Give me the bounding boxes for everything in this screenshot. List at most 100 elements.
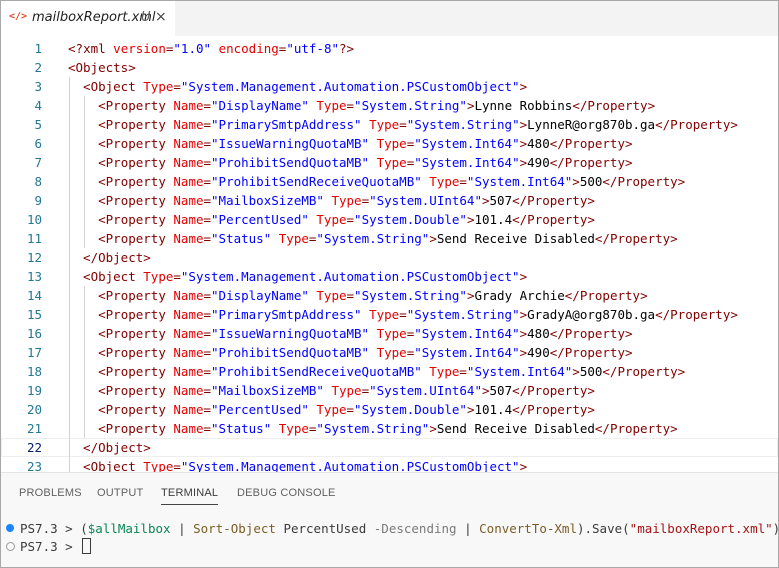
indent-guide [69,362,70,381]
tab-problems[interactable]: PROBLEMS [19,487,82,499]
indent-guide [84,324,86,343]
code-line[interactable]: 22 </Object> [1,438,778,457]
command-success-icon[interactable] [6,524,14,532]
code-text: <Objects> [68,60,136,75]
code-line[interactable]: 19 <Property Name="MailboxSizeMB" Type="S… [1,381,778,400]
bottom-panel: PROBLEMS OUTPUT TERMINAL DEBUG CONSOLE P… [1,472,778,567]
line-number: 16 [26,326,42,341]
code-text: <Property Name="PrimarySmtpAddress" Type… [98,307,738,322]
indent-guide [69,343,70,362]
code-line[interactable]: 4 <Property Name="DisplayName" Type="Syst… [1,96,778,115]
indent-guide [69,210,70,229]
code-text: <Property Name="Status" Type="System.Str… [98,231,678,246]
code-editor[interactable]: 1 <?xml version="1.0" encoding="utf-8"?> 2… [1,36,778,476]
indent-guide [84,153,86,172]
indent-guide [69,134,70,153]
line-number: 21 [26,421,42,436]
code-line[interactable]: 15 <Property Name="PrimarySmtpAddress" Ty… [1,305,778,324]
code-text: <Object Type="System.Management.Automati… [83,79,528,94]
code-line[interactable]: 10 <Property Name="PercentUsed" Type="Sys… [1,210,778,229]
code-line[interactable]: 20 <Property Name="PercentUsed" Type="Sys… [1,400,778,419]
indent-guide [69,96,70,115]
code-text: <Property Name="ProhibitSendQuotaMB" Typ… [98,345,633,360]
line-number: 7 [34,155,42,170]
indent-guide [84,381,86,400]
code-text: <Property Name="ProhibitSendReceiveQuota… [98,174,686,189]
line-number: 5 [34,117,42,132]
line-number: 22 [26,440,42,455]
terminal-input-line[interactable]: PS7.3 > [1,538,778,556]
code-text: <Property Name="DisplayName" Type="Syste… [98,288,648,303]
code-line[interactable]: 21 <Property Name="Status" Type="System.S… [1,419,778,438]
code-text: </Object> [83,250,151,265]
code-line[interactable]: 5 <Property Name="PrimarySmtpAddress" Typ… [1,115,778,134]
line-number: 20 [26,402,42,417]
line-number: 1 [34,41,42,56]
line-number: 17 [26,345,42,360]
tab-terminal[interactable]: TERMINAL [161,487,219,505]
indent-guide [84,191,86,210]
line-number: 18 [26,364,42,379]
close-icon[interactable]: × [155,9,167,25]
editor-tab-bar: </> mailboxReport.xml U × [1,1,778,36]
terminal-cursor [82,538,92,554]
line-number: 6 [34,136,42,151]
indent-guide [69,191,70,210]
code-text: <Property Name="IssueWarningQuotaMB" Typ… [98,326,633,341]
code-line[interactable]: 6 <Property Name="IssueWarningQuotaMB" Ty… [1,134,778,153]
indent-guide [84,229,86,248]
code-line[interactable]: 8 <Property Name="ProhibitSendReceiveQuot… [1,172,778,191]
line-number: 2 [34,60,42,75]
code-line[interactable]: 17 <Property Name="ProhibitSendQuotaMB" T… [1,343,778,362]
indent-guide [69,77,70,96]
indent-guide [69,286,70,305]
code-text: </Object> [83,440,151,455]
tab-debug-console[interactable]: DEBUG CONSOLE [237,487,336,499]
code-text: <Property Name="IssueWarningQuotaMB" Typ… [98,136,633,151]
indent-guide [84,419,86,438]
line-number: 12 [26,250,42,265]
indent-guide [69,115,70,134]
indent-guide [69,248,70,267]
line-number: 8 [34,174,42,189]
code-line[interactable]: 1 <?xml version="1.0" encoding="utf-8"?> [1,39,778,58]
code-line[interactable]: 3 <Object Type="System.Management.Automat… [1,77,778,96]
code-line[interactable]: 16 <Property Name="IssueWarningQuotaMB" T… [1,324,778,343]
indent-guide [69,438,70,457]
tab-mailbox-report[interactable]: </> mailboxReport.xml U × [1,1,175,36]
code-text: <Property Name="ProhibitSendReceiveQuota… [98,364,686,379]
indent-guide [69,381,70,400]
code-text: <Property Name="DisplayName" Type="Syste… [98,98,656,113]
tab-filename: mailboxReport.xml [32,10,156,25]
code-line[interactable]: 14 <Property Name="DisplayName" Type="Sys… [1,286,778,305]
code-line[interactable]: 13 <Object Type="System.Management.Automa… [1,267,778,286]
indent-guide [84,305,86,324]
terminal-command-line[interactable]: PS7.3 > ($allMailbox | Sort-Object Perce… [1,520,778,538]
indent-guide [84,115,86,134]
xml-file-icon: </> [9,11,28,22]
terminal-prompt: PS7.3 > [20,539,81,554]
line-number: 10 [26,212,42,227]
code-text: <Property Name="MailboxSizeMB" Type="Sys… [98,383,595,398]
indent-guide [69,400,70,419]
code-text: <Property Name="PercentUsed" Type="Syste… [98,212,595,227]
tab-output[interactable]: OUTPUT [97,487,143,499]
line-number: 14 [26,288,42,303]
code-line[interactable]: 12 </Object> [1,248,778,267]
indent-guide [69,172,70,191]
code-text: <Property Name="PrimarySmtpAddress" Type… [98,117,738,132]
line-number: 3 [34,79,42,94]
indent-guide [84,210,86,229]
indent-guide [69,153,70,172]
string-token: "mailboxReport.xml" [629,521,773,536]
indent-guide [84,96,86,115]
code-line[interactable]: 11 <Property Name="Status" Type="System.S… [1,229,778,248]
code-line[interactable]: 2 <Objects> [1,58,778,77]
code-line[interactable]: 9 <Property Name="MailboxSizeMB" Type="Sy… [1,191,778,210]
command-pending-icon[interactable] [6,542,15,551]
code-line[interactable]: 7 <Property Name="ProhibitSendQuotaMB" Ty… [1,153,778,172]
terminal-prompt: PS7.3 > [20,521,81,536]
indent-guide [84,134,86,153]
code-line[interactable]: 18 <Property Name="ProhibitSendReceiveQuo… [1,362,778,381]
indent-guide [84,172,86,191]
